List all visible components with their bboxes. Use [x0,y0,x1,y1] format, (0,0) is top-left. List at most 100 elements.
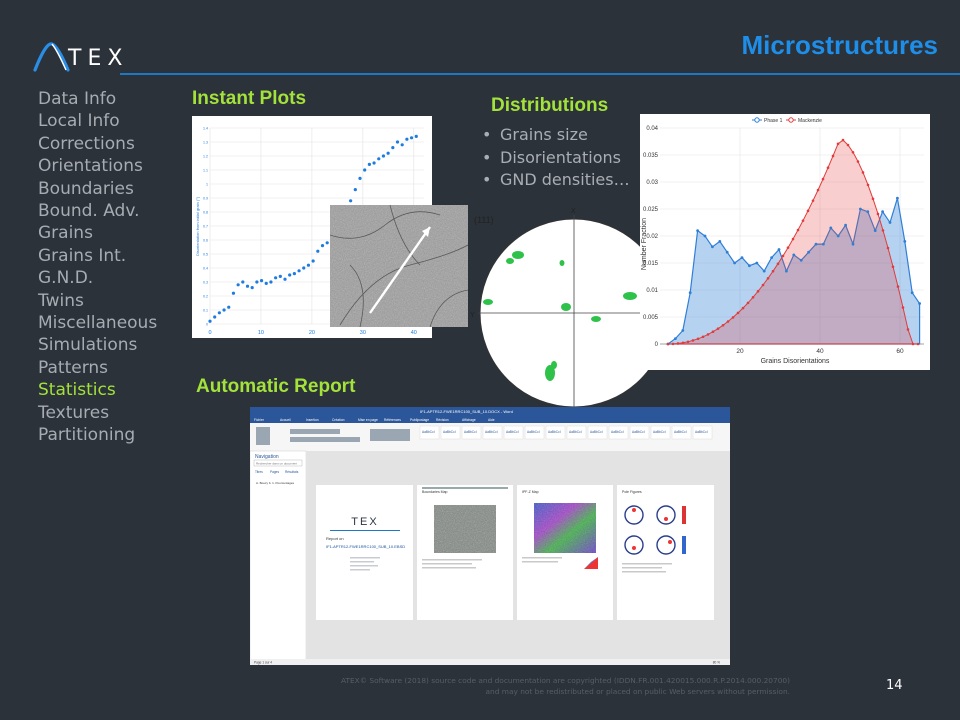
y-tick-label: 1.3 [203,141,208,145]
menu-item-data-info[interactable]: Data Info [38,88,157,110]
mackenzie-point [726,320,730,323]
phase-point [688,291,692,295]
x-tick-label: 0 [208,330,211,336]
ribbon-tab[interactable]: Références [384,418,401,422]
menu-item-bound-adv[interactable]: Bound. Adv. [38,200,157,222]
scatter-point [227,305,231,309]
scatter-point [311,259,315,263]
menu-item-miscellaneous[interactable]: Miscellaneous [38,312,157,334]
scatter-point [236,283,240,287]
scatter-point [409,136,414,140]
mackenzie-point [851,151,855,154]
menu-item-corrections[interactable]: Corrections [38,133,157,155]
phase-point [807,250,810,254]
phase-point [822,242,825,246]
menu-item-textures[interactable]: Textures [38,402,157,424]
style-swatch-sample: AaBbCcI [653,430,666,434]
scatter-point [367,162,371,166]
y-tick-label: 0.04 [646,126,658,132]
x-tick-label: 30 [360,330,366,336]
y-tick-label: 0 [655,342,659,348]
menu-item-partitioning[interactable]: Partitioning [38,424,157,446]
y-tick-label: 0.01 [646,288,658,294]
phase-point [829,226,833,230]
distribution-y-label: Number Fraction [641,218,648,270]
report-page-2: Boundaries Map [417,485,513,620]
legend-marker [788,117,794,123]
distribution-chart[interactable]: 00.0050.010.0150.020.0250.030.0350.0420 4… [640,114,930,370]
ribbon-tab[interactable]: Publipostage [410,418,429,422]
ribbon-tab[interactable]: Mise en page [358,418,378,422]
mackenzie-point [901,306,905,309]
y-tick-label: 0.005 [643,315,659,321]
report-page3-title: IPF-Z Map [522,490,539,494]
menu-item-g-n-d[interactable]: G.N.D. [38,267,157,289]
ribbon-tab[interactable]: Accueil [280,418,291,422]
scatter-point [278,274,282,278]
section-instant-plots: Instant Plots [192,88,307,109]
scatter-point [245,284,250,288]
y-tick-label: 0.9 [203,197,208,201]
ribbon-tab[interactable]: Affichage [462,418,476,422]
x-tick-label: 60 [896,348,904,355]
y-tick-label: 0.2 [203,295,208,299]
phase-point [770,256,773,259]
nav-tab[interactable]: Pages [270,470,279,474]
mackenzie-point [786,246,790,249]
ribbon-tab[interactable]: Aide [488,418,495,422]
y-tick-label: 0.3 [203,281,208,285]
scatter-point [320,244,325,248]
mackenzie-point [861,171,865,174]
nav-tab[interactable]: Résultats [285,470,299,474]
mackenzie-point [876,212,880,216]
ribbon-tab[interactable]: Création [332,418,345,422]
scatter-point [222,308,226,312]
style-swatch-sample: AaBbCcI [422,430,435,434]
nav-search-input: Rechercher dans un document [256,462,297,466]
ribbon-tab[interactable]: Révision [436,418,449,422]
menu-item-boundaries[interactable]: Boundaries [38,178,157,200]
mackenzie-point [821,177,825,181]
menu-item-grains[interactable]: Grains [38,222,157,244]
word-status-page: Page 1 sur 4 [254,661,272,665]
mackenzie-point [751,295,755,299]
mackenzie-point [796,228,800,232]
mackenzie-point [716,327,720,330]
legend-label: Mackenzie [798,118,822,124]
scatter-point [288,273,292,277]
menu-item-orientations[interactable]: Orientations [38,155,157,177]
section-distributions: Distributions [491,95,609,116]
mackenzie-point [756,290,760,293]
y-tick-label: 0 [206,323,208,327]
legend-label: Phase 1 [764,118,783,124]
menu-item-twins[interactable]: Twins [38,290,157,312]
copyright-line-1: ATEX© Software (2018) source code and do… [340,676,790,685]
menu-item-statistics[interactable]: Statistics [38,379,157,401]
scatter-point [316,249,320,253]
scatter-point [292,272,296,276]
y-tick-label: 0.8 [203,211,208,215]
scatter-point [372,161,376,165]
menu-item-local-info[interactable]: Local Info [38,110,157,132]
mackenzie-point [811,199,815,202]
y-tick-label: 0.03 [646,180,658,186]
microstructure-image [330,205,468,327]
menu-item-simulations[interactable]: Simulations [38,334,157,356]
scatter-point [259,279,264,283]
scatter-point [400,143,404,147]
phase-point [777,248,781,251]
mackenzie-point [746,301,750,305]
y-tick-label: 0.7 [203,225,208,229]
phase-point [718,240,722,243]
ribbon-tab[interactable]: Insertion [306,418,319,422]
distribution-item: GND densities… [482,169,630,192]
y-tick-label: 0.1 [203,309,208,313]
nav-tab[interactable]: Titres [255,470,263,474]
x-tick-label: 40 [816,348,824,355]
menu-item-patterns[interactable]: Patterns [38,357,157,379]
ribbon-tab[interactable]: Fichier [254,418,265,422]
scatter-point [363,168,367,172]
menu-item-grains-int[interactable]: Grains Int. [38,245,157,267]
report-word-window[interactable]: IF1-APTR12-FWE1RRC100_SUB_10.DOCX - Word… [250,407,730,665]
scatter-point [297,269,301,273]
